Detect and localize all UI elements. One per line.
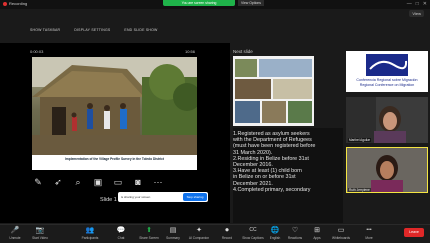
logo-line-1: Conferencia Regional sobre Migración [356, 78, 418, 82]
share-screen-icon: ⬆ [146, 227, 152, 234]
record-icon: ⏺ [225, 227, 229, 234]
ai-companion-button[interactable]: ✦ AI Companion [184, 226, 214, 240]
presenter-tools: ✎ ➶ ⌕ ▣ ▭ ◙ ⋯ [32, 177, 164, 188]
more-label: More [365, 236, 373, 240]
logo-line-2: Regional Conference on Migration [359, 82, 415, 87]
presentation-timer: 0:00:03 [30, 49, 44, 54]
start-video-button[interactable]: 📷 Start Video [25, 226, 55, 240]
more-button[interactable]: ••• More [354, 226, 384, 240]
summary-icon: ▤ [169, 227, 177, 234]
zoom-icon[interactable]: ⌕ [72, 177, 84, 187]
pen-icon[interactable]: ✎ [32, 177, 44, 187]
share-screen-label: Share Screen [139, 236, 159, 240]
camera-icon[interactable]: ◙ [132, 177, 144, 187]
sharing-notification-text: is sharing your screen [121, 195, 151, 199]
window-controls: — □ ✕ [407, 1, 427, 7]
next-slide-thumbnail[interactable] [233, 56, 314, 126]
participant-video-1[interactable] [346, 97, 428, 143]
ai-companion-label: AI Companion [188, 236, 210, 240]
start-video-label: Start Video [32, 236, 48, 240]
stop-sharing-button[interactable]: Stop sharing [183, 193, 207, 201]
whiteboards-label: Whiteboards [332, 236, 350, 240]
more-icon: ••• [366, 227, 372, 233]
summary-label: Summary [166, 236, 180, 240]
chat-button[interactable]: 💬 Chat [106, 226, 136, 240]
village-photo-illustration [32, 57, 197, 155]
reactions-label: Reactions [287, 236, 303, 240]
logo-text: Conferencia Regional sobre Migración Reg… [350, 78, 424, 87]
show-taskbar-button[interactable]: SHOW TASKBAR [30, 28, 60, 32]
slide-caption: Implementation of the Village Profile Su… [65, 157, 164, 161]
unmute-label: Unmute [9, 236, 21, 240]
heart-icon: ♡ [291, 227, 299, 234]
maximize-icon[interactable]: □ [416, 1, 419, 7]
language-label: English [269, 236, 281, 240]
participant-1-image [346, 97, 428, 143]
subtitles-icon[interactable]: ▭ [112, 177, 124, 187]
presenter-toolbar: SHOW TASKBAR DISPLAY SETTINGS END SLIDE … [30, 28, 158, 32]
participant-tile-logo[interactable]: Conferencia Regional sobre Migración Reg… [346, 51, 428, 92]
participant-2-image [347, 148, 427, 192]
recording-label: Recording [9, 1, 28, 6]
view-options-menu[interactable]: View Options [238, 0, 264, 6]
clock: 10:56 [185, 49, 196, 54]
display-settings-button[interactable]: DISPLAY SETTINGS [74, 28, 110, 32]
chat-label: Chat [117, 236, 125, 240]
next-slide-label: Next slide [233, 49, 253, 54]
speaker-notes: 1.Registered as asylum seekers with the … [233, 131, 316, 193]
sparkle-icon: ✦ [196, 227, 202, 234]
minimize-icon[interactable]: — [407, 1, 412, 7]
globe-icon: 🌐 [270, 227, 280, 234]
more-options-icon[interactable]: ⋯ [152, 177, 164, 187]
laser-pointer-icon[interactable]: ➶ [52, 177, 64, 187]
record-label: Record [221, 236, 233, 240]
participant-video-2-active[interactable] [346, 147, 428, 193]
leave-button[interactable]: Leave [404, 228, 424, 237]
chat-icon: 💬 [116, 227, 126, 234]
next-slide-collage [233, 56, 314, 126]
participant-1-name: Maribel Aguilar [348, 138, 372, 142]
microphone-icon: 🎤 [10, 227, 20, 234]
slide-photo [32, 57, 197, 155]
screen-sharing-banner: You are screen sharing [163, 0, 235, 6]
whiteboards-button[interactable]: ▭ Whiteboards [326, 226, 356, 240]
recording-indicator[interactable]: Recording [3, 1, 27, 6]
close-icon[interactable]: ✕ [423, 1, 427, 7]
participants-label: Participants [81, 236, 99, 240]
display-icon[interactable]: ▣ [92, 177, 104, 187]
whiteboard-icon: ▭ [337, 227, 345, 234]
end-slide-show-button[interactable]: END SLIDE SHOW [124, 28, 157, 32]
video-camera-icon: 📷 [35, 227, 45, 234]
apps-label: Apps [313, 236, 321, 240]
participant-2-name: Ruth Jerrylene [348, 188, 371, 192]
participants-button[interactable]: 👥 Participants [75, 226, 105, 240]
apps-icon: ⊞ [314, 227, 320, 234]
captions-icon: CC [249, 227, 257, 233]
slide-number: Slide 1 [100, 197, 117, 203]
record-dot-icon [3, 1, 7, 6]
participants-icon: 👥 [85, 227, 95, 234]
view-button[interactable]: View [409, 10, 424, 17]
